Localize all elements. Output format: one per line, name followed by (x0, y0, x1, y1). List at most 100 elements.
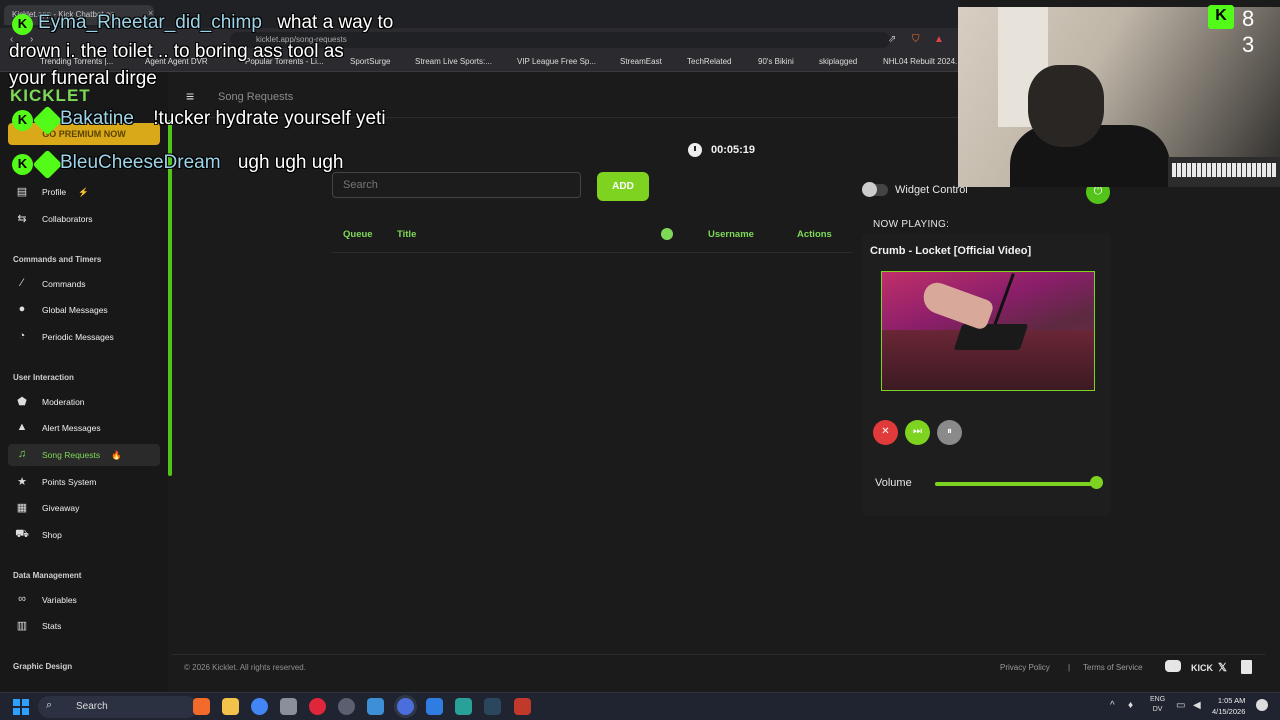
music-note-icon: ♫ (17, 448, 27, 460)
volume-fill (935, 482, 1096, 486)
sidebar-item-label: Shop (42, 530, 62, 540)
sidebar-item-periodic-messages[interactable]: ◔ Periodic Messages (8, 326, 160, 348)
opera-icon[interactable] (309, 698, 326, 715)
bookmark-item[interactable]: VIP League Free Sp... (517, 57, 596, 66)
network-icon[interactable]: ▭ (1176, 700, 1185, 711)
stop-button[interactable]: ✕ (873, 420, 898, 445)
sidebar-item-points-system[interactable]: ★ Points System (8, 471, 160, 493)
sidebar-item-variables[interactable]: ∞ Variables (8, 589, 160, 611)
volume-label: Volume (875, 477, 912, 489)
sidebar-section-commands: Commands and Timers (13, 255, 102, 264)
clock-time: 1:05 AM (1217, 696, 1246, 705)
chat-message-3: BleuCheeseDream ugh ugh ugh (60, 152, 343, 174)
chat-text: !tucker hydrate yourself yeti (153, 108, 386, 129)
bookmark-item[interactable]: NHL04 Rebuilt 2024... (883, 57, 962, 66)
sidebar-item-shop[interactable]: ⛟ Shop (8, 524, 160, 546)
webcam-keys (1172, 163, 1276, 177)
bookmark-item[interactable]: SportSurge (350, 57, 390, 66)
kick-badge-icon: K (12, 110, 33, 131)
active-browser-icon[interactable] (397, 698, 414, 715)
steam-icon[interactable] (484, 698, 501, 715)
sidebar-item-commands[interactable]: ⁄ Commands (8, 273, 160, 295)
chevron-up-icon[interactable]: ^ (1110, 700, 1115, 711)
brave-rewards-icon[interactable]: ▲ (934, 34, 944, 45)
sidebar-item-stats[interactable]: ▥ Stats (8, 615, 160, 637)
discord-icon[interactable] (1165, 660, 1181, 672)
file-explorer-icon[interactable] (222, 698, 239, 715)
app-icon[interactable] (455, 698, 472, 715)
cart-icon: ⛟ (15, 528, 29, 540)
skip-button[interactable]: ⏭ (905, 420, 930, 445)
microphone-icon[interactable]: ♦ (1128, 700, 1133, 711)
notepad-icon[interactable] (426, 698, 443, 715)
x-icon[interactable]: 𝕏 (1218, 661, 1227, 674)
terms-of-service-link[interactable]: Terms of Service (1083, 663, 1143, 672)
chat-username: Eyma_Rheetar_did_chimp (38, 12, 262, 33)
wand-icon: ⁄ (21, 277, 23, 289)
kick-badge-icon: K (12, 154, 33, 175)
notification-icon[interactable] (1256, 699, 1268, 711)
add-button[interactable]: ADD (597, 172, 649, 201)
kick-link[interactable]: KICK (1191, 663, 1213, 673)
search-input[interactable] (332, 172, 581, 198)
bookmark-item[interactable]: Stream Live Sports:... (415, 57, 492, 66)
chrome-icon[interactable] (251, 698, 268, 715)
sidebar-item-label: Points System (42, 477, 97, 487)
clock-date: 4/15/2026 (1212, 707, 1246, 716)
duration-clock-icon (661, 228, 673, 240)
chat-message-1-line-3: your funeral dirge (9, 68, 157, 89)
sidebar-item-label: Variables (42, 595, 77, 605)
sidebar-item-giveaway[interactable]: ▦ Giveaway (8, 497, 160, 519)
bookmark-item[interactable]: skiplagged (819, 57, 857, 66)
sidebar-item-profile[interactable]: ▤ Profile ⚡ (8, 181, 160, 203)
link-icon: ∞ (18, 593, 26, 605)
bookmark-item[interactable]: 90's Bikini (758, 57, 794, 66)
sidebar-item-collaborators[interactable]: ⇆ Collaborators (8, 208, 160, 230)
user-id-icon: ▤ (16, 186, 28, 198)
windows-start-icon[interactable] (13, 699, 29, 715)
volume-slider[interactable] (935, 482, 1099, 486)
brave-shield-icon[interactable]: ⛉ (912, 34, 920, 45)
system-clock[interactable]: 1:05 AM 4/15/2026 (1212, 695, 1245, 717)
obs-icon[interactable] (338, 698, 355, 715)
share-icon[interactable]: ⇗ (888, 34, 896, 45)
document-icon[interactable] (1241, 660, 1252, 674)
bar-chart-icon: ▥ (16, 620, 28, 632)
fire-icon: 🔥 (111, 450, 122, 460)
taskbar-search[interactable]: Search (38, 696, 198, 718)
sidebar-item-global-messages[interactable]: ● Global Messages (8, 299, 160, 321)
app-icon[interactable] (280, 698, 297, 715)
search-icon: ⌕ (46, 699, 53, 711)
chat-message-2: Bakatine !tucker hydrate yourself yeti (60, 108, 386, 130)
volume-icon[interactable]: ◀ (1193, 700, 1201, 711)
chat-username: Bakatine (60, 108, 134, 129)
sidebar-section-graphic-design: Graphic Design (13, 662, 73, 671)
app-window-icon[interactable] (367, 698, 384, 715)
language-indicator[interactable]: ENG DV (1150, 695, 1165, 715)
sidebar-item-moderation[interactable]: ⬟ Moderation (8, 391, 160, 413)
bookmark-item[interactable]: StreamEast (620, 57, 662, 66)
chat-message-1-line-2: drown i. the toilet .. to boring ass too… (9, 41, 344, 62)
chat-text: what a way to (277, 12, 394, 33)
app-icon[interactable] (514, 698, 531, 715)
column-header-username: Username (708, 229, 754, 240)
sidebar-item-label: Giveaway (42, 503, 80, 513)
gift-icon: ▦ (16, 502, 28, 514)
video-thumbnail[interactable] (881, 271, 1095, 391)
privacy-policy-link[interactable]: Privacy Policy (1000, 663, 1050, 672)
sidebar-item-label: Collaborators (42, 214, 93, 224)
column-header-queue: Queue (343, 229, 373, 240)
toggle-knob[interactable] (862, 182, 877, 197)
screen: { "browser": { "tab_title": "Kicklet.app… (0, 0, 1280, 720)
pause-button[interactable]: ⏸ (937, 420, 962, 445)
sidebar-item-label: Stats (42, 621, 62, 631)
chat-message-1: Eyma_Rheetar_did_chimp what a way to (38, 12, 393, 34)
bookmark-item[interactable]: TechRelated (687, 57, 731, 66)
brave-icon[interactable] (193, 698, 210, 715)
lightning-icon: ⚡ (78, 187, 89, 197)
sidebar-item-alert-messages[interactable]: ▲ Alert Messages (8, 417, 160, 439)
hamburger-menu-icon[interactable]: ≡ (186, 88, 194, 104)
sidebar-item-song-requests[interactable]: ♫ Song Requests 🔥 (8, 444, 160, 466)
volume-handle[interactable] (1089, 476, 1103, 489)
widget-control-label: Widget Control (895, 184, 968, 196)
